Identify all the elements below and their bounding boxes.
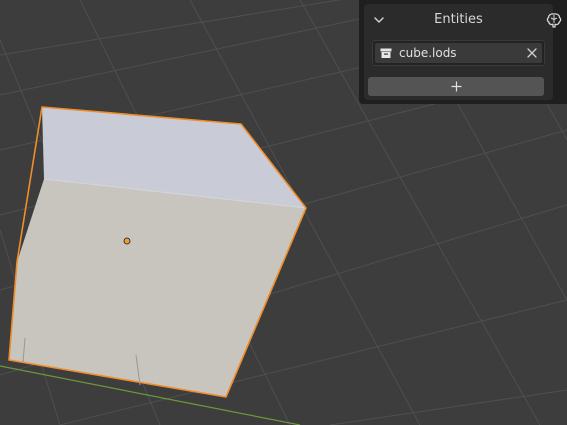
archive-icon <box>380 48 392 58</box>
panel-title: Entities <box>434 12 483 27</box>
add-entity-button[interactable] <box>368 77 544 96</box>
object-origin-point[interactable] <box>123 237 131 245</box>
close-icon[interactable] <box>527 48 537 58</box>
brain-icon[interactable] <box>545 11 563 29</box>
entities-list: cube.lods <box>372 40 545 66</box>
entities-panel-header[interactable]: Entities <box>364 4 562 36</box>
entities-panel: Entities cube.lods <box>359 0 567 104</box>
entities-panel-body: Entities cube.lods <box>364 4 562 100</box>
plus-icon <box>451 81 462 92</box>
list-item[interactable]: cube.lods <box>375 43 542 63</box>
list-item-label: cube.lods <box>399 46 457 60</box>
